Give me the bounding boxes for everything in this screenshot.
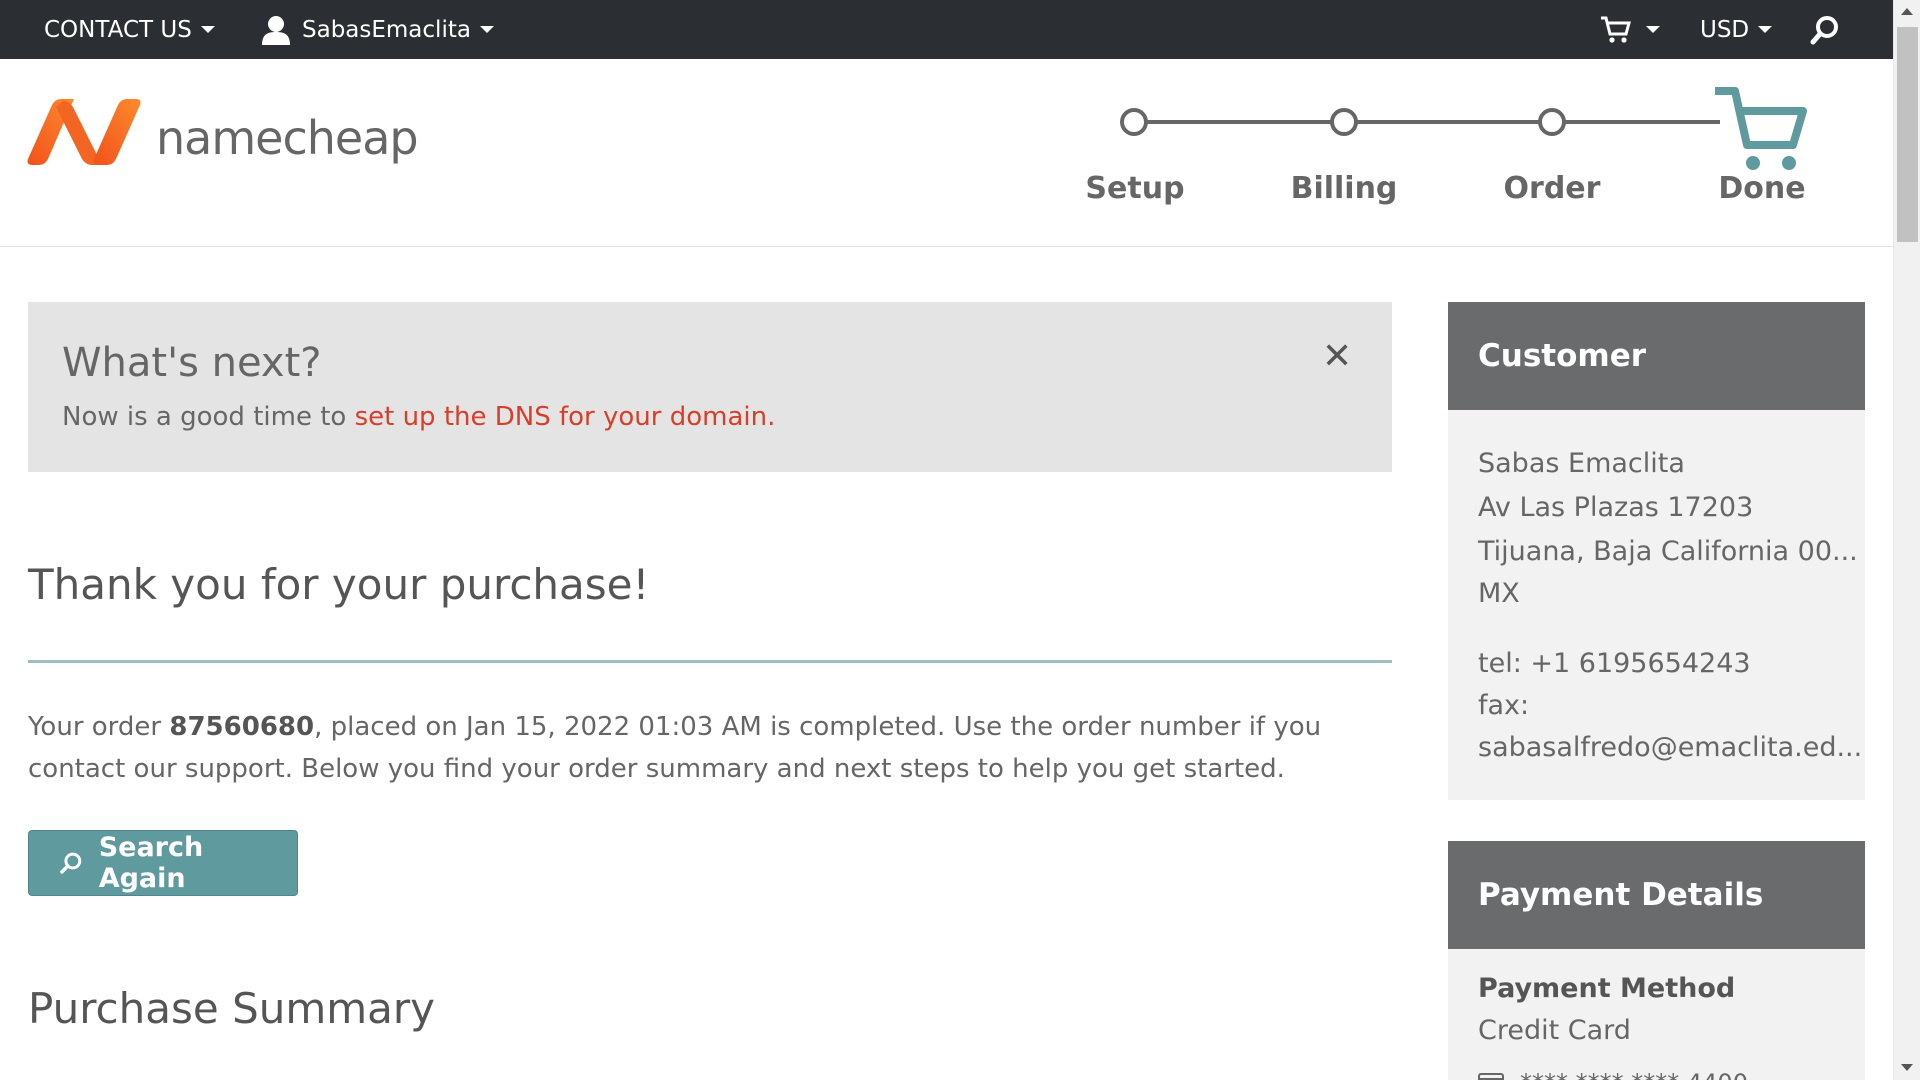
customer-fax: fax: <box>1478 690 1530 721</box>
chevron-down-icon <box>1646 26 1660 33</box>
payment-method-value: Credit Card <box>1478 1015 1631 1046</box>
customer-address-line2: Tijuana, Baja California 00... <box>1478 536 1858 567</box>
divider <box>28 660 1392 663</box>
search-again-label: Search Again <box>98 832 204 894</box>
username-label: SabasEmaclita <box>302 16 471 43</box>
site-header: namecheap Setup Billing Order Done <box>0 59 1893 247</box>
step-setup-label: Setup <box>1085 171 1185 206</box>
namecheap-logo-icon[interactable] <box>26 99 142 165</box>
search-icon <box>1810 15 1838 44</box>
search-icon <box>60 852 82 874</box>
contact-us-menu[interactable]: CONTACT US <box>44 0 215 59</box>
search-again-button[interactable]: Search Again <box>28 830 298 896</box>
chevron-down-icon <box>479 26 494 33</box>
cart-menu[interactable] <box>1600 0 1660 59</box>
alert-text: Now is a good time to set up the DNS for… <box>62 402 776 432</box>
step-billing-label: Billing <box>1290 171 1398 206</box>
customer-address-line1: Av Las Plazas 17203 <box>1478 492 1754 523</box>
contact-us-label: CONTACT US <box>44 16 192 43</box>
vertical-scrollbar[interactable] <box>1893 0 1920 1080</box>
purchase-summary-heading: Purchase Summary <box>28 984 436 1033</box>
customer-card-heading: Customer <box>1448 302 1865 410</box>
order-confirmation-text: Your order 87560680, placed on Jan 15, 2… <box>28 712 1322 784</box>
order-number: 87560680 <box>169 712 315 742</box>
currency-menu[interactable]: USD <box>1700 0 1773 59</box>
user-icon <box>262 15 290 45</box>
scrollbar-thumb[interactable] <box>1897 27 1918 242</box>
customer-card: Customer Sabas Emaclita Av Las Plazas 17… <box>1448 302 1865 800</box>
top-bar: CONTACT US SabasEmaclita USD <box>0 0 1893 59</box>
search-button[interactable] <box>1810 0 1840 59</box>
currency-label: USD <box>1700 16 1750 43</box>
user-menu[interactable]: SabasEmaclita <box>262 0 494 59</box>
step-billing-marker <box>1330 108 1358 136</box>
customer-tel: tel: +1 6195654243 <box>1478 648 1751 679</box>
thanks-heading: Thank you for your purchase! <box>28 560 650 609</box>
customer-country: MX <box>1478 578 1520 609</box>
scroll-down-icon[interactable] <box>1901 1064 1913 1071</box>
whats-next-alert: What's next? Now is a good time to set u… <box>28 302 1392 472</box>
chevron-down-icon <box>200 26 215 33</box>
card-number: **** **** **** 4400 <box>1520 1069 1748 1080</box>
card-number-row: **** **** **** 4400 <box>1478 1069 1748 1080</box>
checkout-progress <box>1120 87 1807 170</box>
payment-details-card: Payment Details Payment Method Credit Ca… <box>1448 841 1865 1080</box>
logo-text[interactable]: namecheap <box>156 111 419 165</box>
step-order-label: Order <box>1503 171 1601 206</box>
close-icon[interactable]: ✕ <box>1322 336 1352 377</box>
step-done-label: Done <box>1718 171 1806 206</box>
customer-name: Sabas Emaclita <box>1478 448 1685 479</box>
chevron-down-icon <box>1758 26 1773 33</box>
alert-title: What's next? <box>62 340 322 386</box>
step-done-cart-icon <box>1715 87 1807 170</box>
customer-email: sabasalfredo@emaclita.ed... <box>1478 732 1863 763</box>
step-setup-marker <box>1120 108 1148 136</box>
dns-setup-link[interactable]: set up the DNS for your domain <box>355 402 768 432</box>
payment-card-heading: Payment Details <box>1448 841 1865 949</box>
cart-icon <box>1601 16 1631 43</box>
step-order-marker <box>1538 108 1566 136</box>
scroll-up-icon[interactable] <box>1901 8 1913 15</box>
credit-card-icon <box>1478 1073 1504 1080</box>
payment-method-label: Payment Method <box>1478 973 1736 1004</box>
